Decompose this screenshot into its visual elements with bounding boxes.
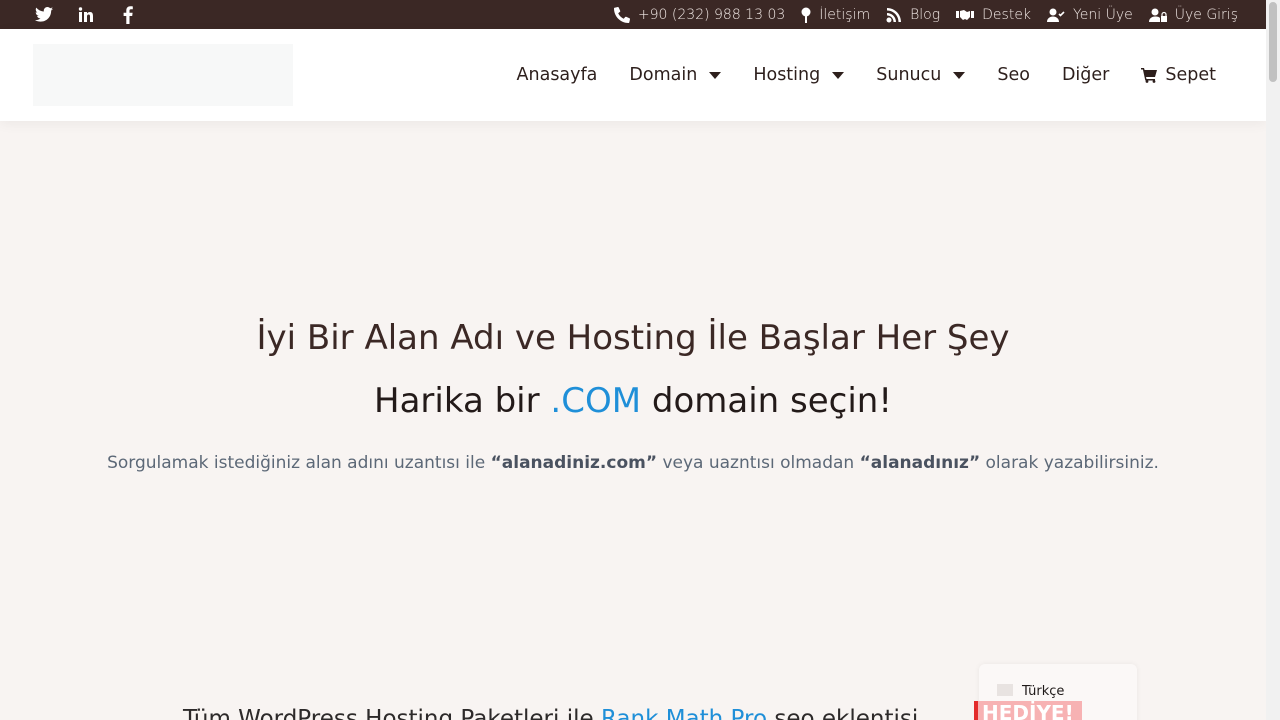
scrollbar[interactable]	[1266, 0, 1280, 720]
map-pin-icon	[801, 7, 811, 23]
support-label: Destek	[982, 6, 1032, 23]
scrollbar-thumb[interactable]	[1269, 2, 1277, 82]
contact-links: +90 (232) 988 13 03 İletişim Blog Destek…	[613, 6, 1238, 23]
hero-description: Sorgulamak istediğiniz alan adını uzantı…	[0, 453, 1266, 473]
cart-icon	[1141, 67, 1158, 83]
blog-link[interactable]: Blog	[886, 7, 940, 23]
promo-post: seo eklentisi	[767, 706, 919, 720]
caret-down-icon	[709, 71, 722, 79]
desc-part: veya uazntısı olmadan	[657, 453, 860, 473]
subtitle-accent: .COM	[550, 381, 642, 421]
nav-label: Sunucu	[876, 65, 942, 85]
gift-badge: HEDİYE!	[974, 701, 1082, 720]
contact-link[interactable]: İletişim	[801, 7, 870, 23]
desc-example-1: “alanadiniz.com”	[490, 453, 658, 473]
caret-down-icon	[953, 71, 966, 79]
nav-label: Seo	[997, 65, 1030, 85]
nav-item-home[interactable]: Anasayfa	[517, 65, 598, 85]
flag-icon	[997, 684, 1013, 696]
subtitle-pre: Harika bir	[374, 381, 551, 421]
site-header: Anasayfa Domain Hosting Sunucu Seo Diğer…	[0, 29, 1266, 121]
user-check-icon	[1047, 8, 1065, 22]
contact-label: İletişim	[819, 6, 871, 23]
promo-pre: Tüm WordPress Hosting Paketleri ile	[183, 706, 601, 720]
social-links	[34, 5, 138, 25]
hero-title: İyi Bir Alan Adı ve Hosting İle Başlar H…	[256, 318, 1010, 358]
support-link[interactable]: Destek	[956, 7, 1031, 23]
promo-text: Tüm WordPress Hosting Paketleri ile Rank…	[183, 706, 918, 720]
subtitle-post: domain seçin!	[641, 381, 892, 421]
nav-label: Sepet	[1165, 65, 1216, 85]
caret-down-icon	[832, 71, 845, 79]
site-logo[interactable]	[33, 44, 293, 106]
login-label: Üye Giriş	[1174, 6, 1238, 23]
nav-label: Domain	[629, 65, 698, 85]
desc-example-2: “alanadınız”	[859, 453, 981, 473]
language-label: Türkçe	[1022, 684, 1065, 699]
new-member-label: Yeni Üye	[1073, 6, 1133, 23]
top-bar: +90 (232) 988 13 03 İletişim Blog Destek…	[0, 0, 1266, 29]
nav-item-domain[interactable]: Domain	[629, 65, 722, 85]
promo-highlight[interactable]: Rank Math Pro	[601, 706, 767, 720]
phone-icon	[613, 6, 630, 23]
desc-part: olarak yazabilirsiniz.	[980, 453, 1159, 473]
login-link[interactable]: Üye Giriş	[1148, 6, 1238, 23]
linkedin-icon[interactable]	[76, 5, 96, 25]
phone-link[interactable]: +90 (232) 988 13 03	[613, 6, 786, 23]
nav-item-hosting[interactable]: Hosting	[753, 65, 845, 85]
new-member-link[interactable]: Yeni Üye	[1047, 7, 1133, 23]
nav-label: Hosting	[753, 65, 821, 85]
nav-item-cart[interactable]: Sepet	[1141, 65, 1216, 85]
handshake-icon	[956, 9, 975, 20]
desc-part: Sorgulamak istediğiniz alan adını uzantı…	[107, 453, 491, 473]
blog-label: Blog	[910, 6, 941, 23]
nav-item-server[interactable]: Sunucu	[876, 65, 966, 85]
blog-icon	[886, 7, 902, 22]
nav-item-seo[interactable]: Seo	[997, 65, 1030, 85]
twitter-icon[interactable]	[34, 5, 54, 25]
nav-label: Anasayfa	[516, 65, 598, 85]
nav-item-other[interactable]: Diğer	[1062, 65, 1109, 85]
main-nav: Anasayfa Domain Hosting Sunucu Seo Diğer…	[517, 29, 1216, 121]
hero-subtitle: Harika bir .COM domain seçin!	[0, 381, 1266, 421]
nav-label: Diğer	[1061, 65, 1110, 85]
facebook-icon[interactable]	[118, 5, 138, 25]
user-lock-icon	[1148, 8, 1167, 22]
phone-number: +90 (232) 988 13 03	[637, 6, 786, 23]
